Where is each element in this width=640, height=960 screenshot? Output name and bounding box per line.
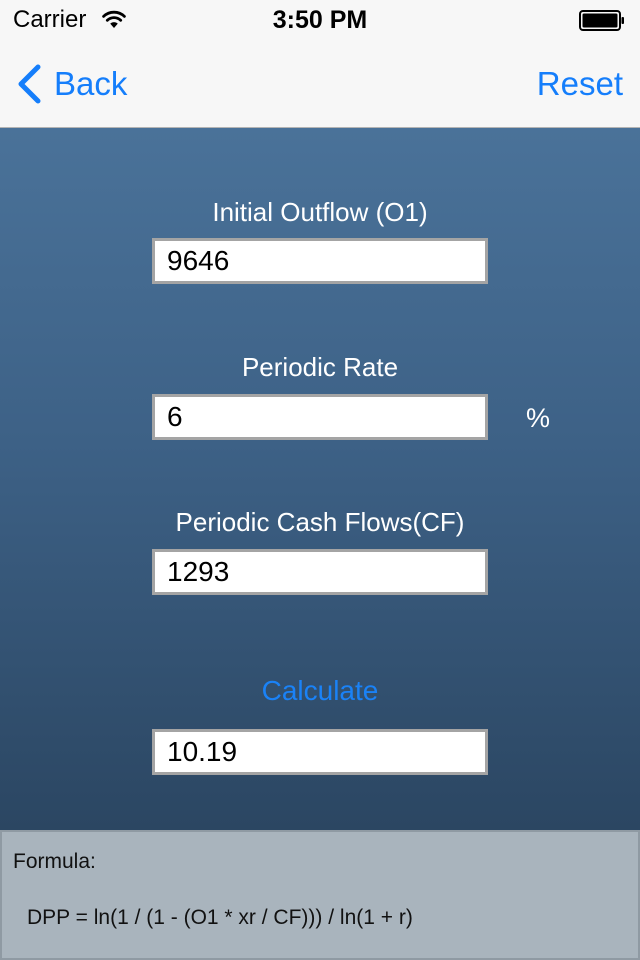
status-time: 3:50 PM	[272, 6, 368, 34]
periodic-cash-flows-label: Periodic Cash Flows(CF)	[175, 507, 465, 537]
top-bar: Carrier 3:50 PM Back Reset	[0, 0, 640, 128]
result-field[interactable]	[152, 729, 488, 775]
periodic-cash-flows-input[interactable]	[152, 549, 488, 595]
reset-button[interactable]: Reset	[537, 64, 623, 104]
status-bar: Carrier 3:50 PM	[0, 0, 640, 40]
periodic-rate-label: Periodic Rate	[241, 352, 399, 382]
chevron-left-icon	[18, 64, 41, 104]
initial-outflow-label: Initial Outflow (O1)	[212, 197, 428, 227]
formula-title: Formula:	[13, 850, 96, 873]
periodic-rate-input[interactable]	[152, 394, 488, 440]
calculate-button[interactable]: Calculate	[0, 673, 640, 709]
back-label: Back	[54, 65, 128, 102]
calculator-form: Initial Outflow (O1) Periodic Rate % Per…	[0, 128, 640, 830]
formula-panel: Formula: DPP = ln(1 / (1 - (O1 * xr / CF…	[0, 830, 640, 960]
navigation-bar: Back Reset	[0, 40, 640, 128]
percent-unit-label: %	[526, 403, 551, 433]
back-button[interactable]: Back	[14, 64, 127, 104]
formula-text: DPP = ln(1 / (1 - (O1 * xr / CF))) / ln(…	[27, 906, 413, 929]
battery-icon	[579, 10, 624, 31]
initial-outflow-input[interactable]	[152, 238, 488, 284]
